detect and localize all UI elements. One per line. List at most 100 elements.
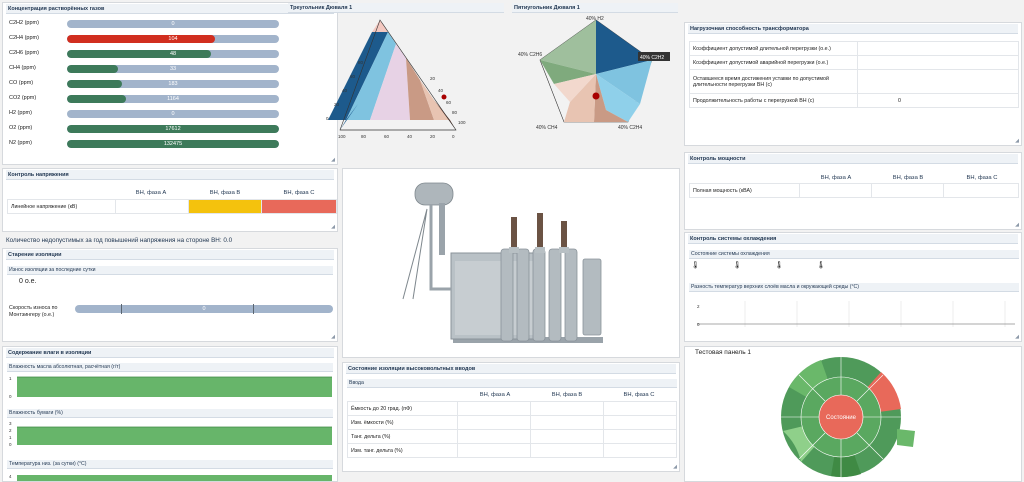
bushings-row-label: Изм. танг. дельта (%) bbox=[347, 443, 458, 458]
resize-handle-icon[interactable]: ◢ bbox=[331, 224, 335, 230]
resize-handle-icon[interactable]: ◢ bbox=[1015, 222, 1019, 228]
gas-label: N2 (ppm) bbox=[9, 140, 32, 146]
power-table: Полная мощность (кВА) bbox=[689, 183, 1019, 198]
gas-value: 33 bbox=[169, 66, 177, 72]
moisture-temp-title: Температура низ. (за сутки) (°C) bbox=[7, 460, 333, 469]
aging-speed-label: Скорость износа по Монтзингеру (о.е.) bbox=[9, 305, 57, 319]
duval-triangle-chart: 80 60 40 20 0 20 40 60 80 100 100 80 60 … bbox=[326, 19, 466, 139]
tick-left-2: 40 bbox=[342, 88, 348, 93]
gas-bar: 1164 bbox=[67, 95, 279, 103]
load-row-label: Продолжительность работы с перегрузкой В… bbox=[689, 93, 858, 108]
bushings-row: Изм. танг. дельта (%) bbox=[347, 443, 677, 458]
sunburst-chart: Состояние bbox=[781, 357, 915, 478]
cooling-control-panel: Контроль системы охлаждения Состояние си… bbox=[684, 232, 1022, 342]
moisture-paper-chart: 3 2 1 0 bbox=[9, 421, 332, 447]
load-row-value: 0 bbox=[857, 93, 1019, 108]
gas-value: 132475 bbox=[163, 141, 183, 147]
duval-triangle-title: Треугольник Дюваля 1 bbox=[288, 3, 504, 13]
gas-bar: 48 bbox=[67, 50, 279, 58]
bushings-sub-title: Ввода bbox=[347, 379, 677, 388]
voltage-col-c: ВН, фаза С bbox=[283, 190, 315, 196]
transformer-image-panel bbox=[342, 168, 680, 358]
bushings-row-label: Танг. дельта (%) bbox=[347, 429, 458, 444]
load-row-label: Оставшееся время достижения уставки по д… bbox=[689, 69, 858, 94]
oil-tick-1: 0 bbox=[9, 394, 12, 399]
power-col-b: ВН, фаза В bbox=[892, 175, 924, 181]
bushings-row-label: Ёмкость до 20 град. (пФ) bbox=[347, 401, 458, 416]
moisture-oil-chart: 1 0 bbox=[9, 376, 332, 399]
load-table: Коэффициент допустимой длительной перегр… bbox=[689, 41, 1019, 108]
bushings-col-a: ВН, фаза А bbox=[479, 392, 511, 398]
bushings-row-label: Изм. ёмкости (%) bbox=[347, 415, 458, 430]
bushings-col-c: ВН, фаза С bbox=[623, 392, 655, 398]
resize-handle-icon[interactable]: ◢ bbox=[331, 157, 335, 163]
load-capacity-panel: Нагрузочная способность трансформатора К… bbox=[684, 22, 1022, 146]
tick-left-4: 0 bbox=[326, 116, 329, 121]
power-row-label: Полная мощность (кВА) bbox=[689, 183, 800, 198]
voltage-c-value bbox=[261, 199, 337, 214]
temp-tick-0: 4 bbox=[9, 474, 12, 479]
duval-pentagon-title: Пятиугольник Дюваля 1 bbox=[512, 3, 678, 13]
gas-label: C2H4 (ppm) bbox=[9, 35, 39, 41]
pentagon-label-ch4: 40% CH4 bbox=[536, 125, 558, 131]
aging-wear-title: Износ изоляции за последние сутки bbox=[7, 266, 333, 275]
thermometer-icon: 🌡 bbox=[816, 262, 826, 269]
load-row: Коэффициент допустимой длительной перегр… bbox=[689, 41, 1019, 56]
gas-label: O2 (ppm) bbox=[9, 125, 33, 131]
load-row: Оставшееся время достижения уставки по д… bbox=[689, 69, 1019, 94]
pentagon-label-c2h2: 40% C2H2 bbox=[640, 55, 664, 61]
load-row: Коэффициент допустимой аварийной перегру… bbox=[689, 55, 1019, 70]
thermometer-icon: 🌡 bbox=[691, 262, 700, 269]
gas-value: 48 bbox=[169, 51, 177, 57]
tick-left-3: 20 bbox=[334, 102, 340, 107]
tick-bottom-4: 20 bbox=[430, 134, 436, 139]
moisture-panel-title: Содержание влаги в изоляции bbox=[6, 348, 334, 358]
pentagon-label-h2: 40% H2 bbox=[586, 16, 604, 22]
voltage-count-text: Количество недопустимых за год повышений… bbox=[6, 237, 233, 244]
load-row-label: Коэффициент допустимой аварийной перегру… bbox=[689, 55, 858, 70]
paper-tick-1: 2 bbox=[9, 428, 12, 433]
resize-handle-icon[interactable]: ◢ bbox=[673, 464, 677, 470]
transformer-image bbox=[402, 182, 603, 343]
gas-label: CO2 (ppm) bbox=[9, 95, 37, 101]
paper-tick-2: 1 bbox=[9, 435, 12, 440]
resize-handle-icon[interactable]: ◢ bbox=[1015, 334, 1019, 340]
zone-pd bbox=[372, 20, 388, 32]
tick-bottom-2: 60 bbox=[384, 134, 390, 139]
gas-bar: 17612 bbox=[67, 125, 279, 133]
gas-label: CO (ppm) bbox=[9, 80, 34, 86]
gas-bar: 0 bbox=[67, 110, 279, 118]
paper-tick-0: 3 bbox=[9, 421, 12, 426]
aging-wear-value: 0 о.е. bbox=[19, 278, 37, 285]
gas-value: 183 bbox=[168, 81, 178, 87]
thermometer-icon: 🌡 bbox=[774, 262, 784, 269]
power-row: Полная мощность (кВА) bbox=[689, 183, 1019, 198]
gas-bar: 104 bbox=[67, 35, 279, 43]
bushings-table: Ёмкость до 20 град. (пФ) Изм. ёмкости (%… bbox=[347, 401, 677, 458]
voltage-a-value bbox=[115, 199, 189, 214]
resize-handle-icon[interactable]: ◢ bbox=[1015, 138, 1019, 144]
power-b-value bbox=[871, 183, 944, 198]
bushings-row: Танг. дельта (%) bbox=[347, 429, 677, 444]
bushings-row: Изм. ёмкости (%) bbox=[347, 415, 677, 430]
gas-label: C2H6 (ppm) bbox=[9, 50, 39, 56]
voltage-col-b: ВН, фаза В bbox=[209, 190, 241, 196]
cooling-panel-title: Контроль системы охлаждения bbox=[688, 234, 1018, 244]
pentagon-point bbox=[592, 92, 600, 100]
aging-speed-label-1: Скорость износа по bbox=[9, 305, 58, 311]
gas-bar: 0 bbox=[67, 20, 279, 28]
power-col-c: ВН, фаза С bbox=[966, 175, 998, 181]
moisture-oil-title: Влажность масла абсолютная, расчётная (г… bbox=[7, 363, 333, 372]
tick-right-4: 100 bbox=[458, 120, 466, 125]
duval-pentagon-panel: Пятиугольник Дюваля 1 40% H2 40% C2H6 40… bbox=[510, 2, 680, 148]
voltage-panel-title: Контроль напряжения bbox=[6, 170, 334, 180]
insulation-aging-panel: Старение изоляции Износ изоляции за посл… bbox=[2, 248, 338, 342]
power-control-panel: Контроль мощности ВН, фаза А ВН, фаза В … bbox=[684, 152, 1022, 230]
tick-right-3: 80 bbox=[452, 110, 458, 115]
tick-bottom-1: 80 bbox=[361, 134, 367, 139]
resize-handle-icon[interactable]: ◢ bbox=[331, 334, 335, 340]
tick-left-0: 80 bbox=[358, 60, 364, 65]
load-panel-title: Нагрузочная способность трансформатора bbox=[688, 24, 1018, 34]
tick-left-1: 60 bbox=[350, 74, 356, 79]
cooling-state-title: Состояние системы охлаждения bbox=[689, 250, 1019, 259]
